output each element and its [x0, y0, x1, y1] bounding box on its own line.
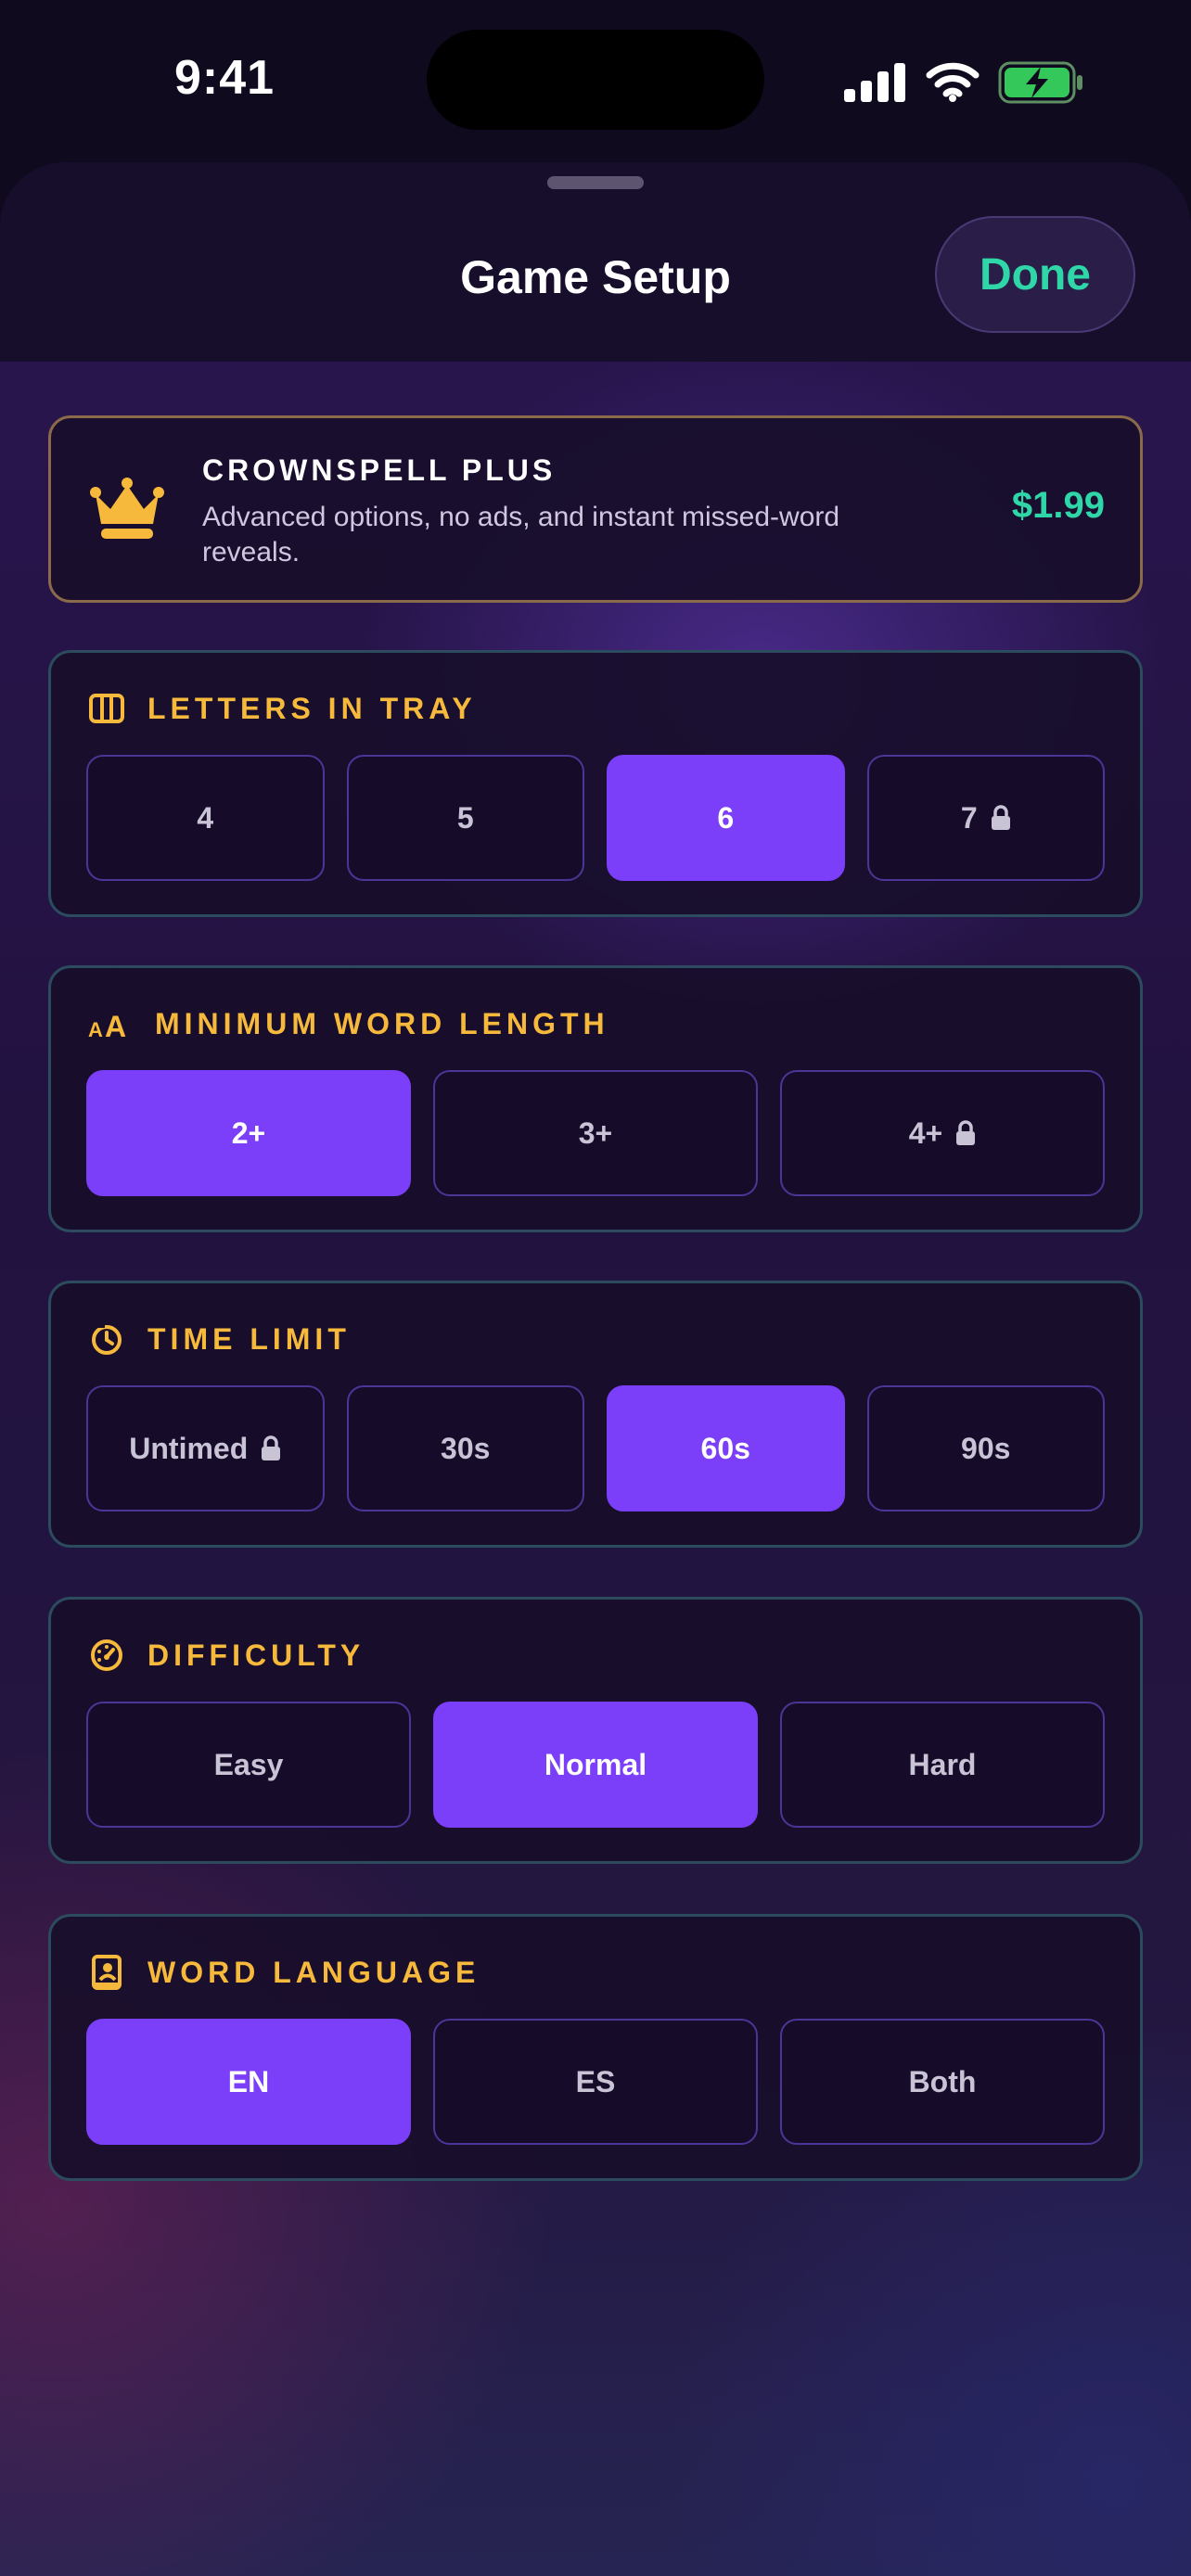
- option-button[interactable]: Easy: [86, 1702, 411, 1828]
- crown-icon: [90, 478, 164, 539]
- option-label: ES: [575, 2064, 616, 2098]
- signal-icon: [844, 63, 905, 102]
- section-header: DIFFICULTY: [88, 1637, 365, 1674]
- svg-text:A: A: [105, 1010, 126, 1039]
- plus-upsell-card[interactable]: CROWNSPELL PLUS Advanced options, no ads…: [48, 415, 1143, 603]
- option-button[interactable]: Normal: [433, 1702, 758, 1828]
- option-button[interactable]: 7: [866, 755, 1105, 881]
- word-language-section: WORD LANGUAGE EN ES Both: [48, 1914, 1143, 2181]
- option-button[interactable]: 5: [346, 755, 584, 881]
- language-options: EN ES Both: [86, 2019, 1105, 2145]
- sheet-header: Game Setup Done: [0, 162, 1191, 362]
- option-label: Easy: [213, 1747, 284, 1781]
- option-button[interactable]: 4: [86, 755, 325, 881]
- lock-icon: [262, 1435, 281, 1460]
- status-bar: 9:41: [0, 0, 1191, 162]
- battery-charging-icon: [998, 61, 1082, 104]
- game-setup-sheet: Game Setup Done CROWNSPELL PLUS Advanced…: [0, 162, 1191, 2576]
- option-button[interactable]: Untimed: [86, 1385, 325, 1511]
- difficulty-options: Easy Normal Hard: [86, 1702, 1105, 1828]
- section-header: TIME LIMIT: [88, 1320, 351, 1358]
- option-button[interactable]: 30s: [346, 1385, 584, 1511]
- gauge-icon: [88, 1637, 125, 1674]
- option-label: 7: [960, 800, 978, 835]
- time-limit-options: Untimed 30s 60s 90s: [86, 1385, 1105, 1511]
- option-button[interactable]: Both: [780, 2019, 1105, 2145]
- difficulty-section: DIFFICULTY Easy Normal Hard: [48, 1597, 1143, 1864]
- option-button[interactable]: 3+: [433, 1070, 758, 1196]
- option-label: 3+: [578, 1116, 613, 1150]
- option-button[interactable]: 60s: [607, 1385, 845, 1511]
- option-label: 30s: [441, 1431, 491, 1465]
- done-button[interactable]: Done: [935, 216, 1135, 333]
- section-title: DIFFICULTY: [147, 1638, 365, 1672]
- lock-icon: [991, 805, 1010, 830]
- min-length-options: 2+ 3+ 4+: [86, 1070, 1105, 1196]
- option-button[interactable]: ES: [433, 2019, 758, 2145]
- option-label: 90s: [961, 1431, 1011, 1465]
- timer-icon: [88, 1320, 125, 1358]
- option-label: 6: [717, 800, 735, 835]
- tray-icon: [88, 690, 125, 727]
- option-label: 4+: [908, 1116, 943, 1150]
- section-title: WORD LANGUAGE: [147, 1955, 480, 1989]
- option-button[interactable]: 2+: [86, 1070, 411, 1196]
- section-header: AA MINIMUM WORD LENGTH: [88, 1005, 609, 1042]
- option-label: Both: [908, 2064, 977, 2098]
- status-time: 9:41: [174, 51, 275, 105]
- option-label: Hard: [908, 1747, 977, 1781]
- time-limit-section: TIME LIMIT Untimed 30s 60s 90s: [48, 1281, 1143, 1548]
- option-label: Untimed: [129, 1431, 249, 1465]
- status-icons: [844, 59, 1085, 106]
- svg-text:A: A: [88, 1018, 103, 1039]
- option-label: 60s: [700, 1431, 750, 1465]
- option-button[interactable]: 4+: [780, 1070, 1105, 1196]
- letters-options: 4 5 6 7: [86, 755, 1105, 881]
- letters-in-tray-section: LETTERS IN TRAY 4 5 6 7: [48, 650, 1143, 917]
- dynamic-island: [427, 30, 764, 130]
- option-label: 5: [456, 800, 474, 835]
- section-title: TIME LIMIT: [147, 1321, 351, 1356]
- option-label: 2+: [231, 1116, 266, 1150]
- promo-title: CROWNSPELL PLUS: [202, 453, 557, 487]
- text-size-icon: AA: [88, 1005, 133, 1042]
- option-label: 4: [197, 800, 214, 835]
- min-word-length-section: AA MINIMUM WORD LENGTH 2+ 3+ 4+: [48, 965, 1143, 1232]
- wifi-icon: [926, 62, 980, 102]
- lock-icon: [956, 1120, 976, 1145]
- option-button[interactable]: EN: [86, 2019, 411, 2145]
- option-label: Normal: [544, 1747, 647, 1781]
- option-button[interactable]: Hard: [780, 1702, 1105, 1828]
- option-button[interactable]: 90s: [866, 1385, 1105, 1511]
- dictionary-icon: [88, 1954, 125, 1991]
- promo-price: $1.99: [1011, 485, 1105, 526]
- option-label: EN: [227, 2064, 270, 2098]
- section-title: LETTERS IN TRAY: [147, 691, 477, 725]
- option-button[interactable]: 6: [607, 755, 845, 881]
- section-header: LETTERS IN TRAY: [88, 690, 477, 727]
- section-title: MINIMUM WORD LENGTH: [155, 1006, 609, 1040]
- promo-subtitle: Advanced options, no ads, and instant mi…: [202, 502, 840, 567]
- sheet-grabber[interactable]: [547, 176, 644, 189]
- section-header: WORD LANGUAGE: [88, 1954, 480, 1991]
